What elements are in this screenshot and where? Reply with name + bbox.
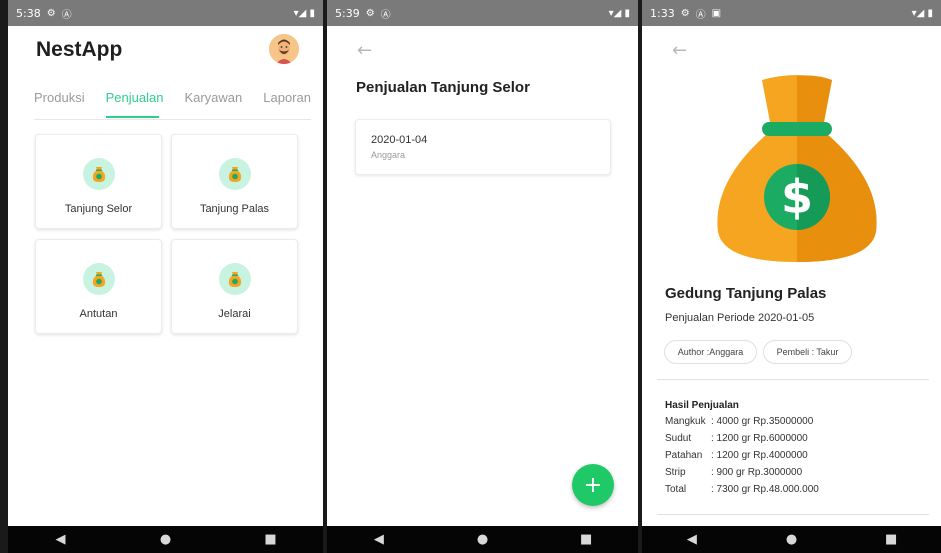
status-time: 5:39 <box>335 6 360 20</box>
signal-battery-icon: ▾◢ ▮ <box>293 7 315 19</box>
money-bag-icon <box>82 263 115 295</box>
system-nav-bar: ◀ ● ■ <box>642 526 941 553</box>
screen-sales-list: 5:39 ⚙ Ⓐ ▾◢ ▮ ← Penjualan Tanjung Selor … <box>327 0 638 553</box>
add-sale-button[interactable]: + <box>572 464 614 506</box>
app-title: NestApp <box>36 38 123 61</box>
tab-produksi[interactable]: Produksi <box>34 90 85 120</box>
nav-recent-icon[interactable]: ■ <box>566 532 606 547</box>
nav-back-icon[interactable]: ◀ <box>359 532 399 547</box>
location-card-tanjung-selor[interactable]: Tanjung Selor <box>35 134 162 229</box>
detail-title: Gedung Tanjung Palas <box>665 285 827 302</box>
svg-text:$: $ <box>781 170 813 224</box>
result-row-total: Total : 7300 gr Rp.48.000.000 <box>665 484 819 495</box>
author-chip[interactable]: Author :Anggara <box>664 340 757 364</box>
money-bag-icon <box>82 158 115 190</box>
divider <box>657 514 929 515</box>
back-arrow-icon[interactable]: ← <box>672 40 687 61</box>
status-bar: 5:39 ⚙ Ⓐ ▾◢ ▮ <box>327 0 638 26</box>
result-value: : 4000 gr Rp.35000000 <box>711 416 814 427</box>
signal-battery-icon: ▾◢ ▮ <box>608 7 630 19</box>
result-value: : 1200 gr Rp.4000000 <box>711 450 808 461</box>
settings-status-icon: ⚙ <box>365 7 375 19</box>
screen-home: 5:38 ⚙ Ⓐ ▾◢ ▮ NestApp Produksi Penjualan… <box>8 0 323 553</box>
status-time: 1:33 <box>650 6 675 20</box>
result-row-mangkuk: Mangkuk : 4000 gr Rp.35000000 <box>665 416 813 427</box>
result-value: : 1200 gr Rp.6000000 <box>711 433 808 444</box>
page-title: Penjualan Tanjung Selor <box>356 79 530 96</box>
nav-recent-icon[interactable]: ■ <box>871 532 911 547</box>
result-label: Mangkuk <box>665 416 706 427</box>
divider <box>657 379 929 380</box>
nav-back-icon[interactable]: ◀ <box>41 532 81 547</box>
tab-divider <box>34 119 311 120</box>
tab-karyawan[interactable]: Karyawan <box>184 90 242 120</box>
app-status-icon: Ⓐ <box>61 9 72 21</box>
result-row-patahan: Patahan : 1200 gr Rp.4000000 <box>665 450 808 461</box>
back-arrow-icon[interactable]: ← <box>357 40 372 61</box>
buyer-chip[interactable]: Pembeli : Takur <box>763 340 852 364</box>
app-status-icon: Ⓐ <box>380 9 391 21</box>
screenshot-stage: 5:38 ⚙ Ⓐ ▾◢ ▮ NestApp Produksi Penjualan… <box>0 0 941 553</box>
result-label: Patahan <box>665 450 703 461</box>
image-status-icon: ▣ <box>711 7 722 19</box>
nav-back-icon[interactable]: ◀ <box>672 532 712 547</box>
result-title: Hasil Penjualan <box>665 400 739 411</box>
system-nav-bar: ◀ ● ■ <box>327 526 638 553</box>
signal-battery-icon: ▾◢ ▮ <box>911 7 933 19</box>
settings-status-icon: ⚙ <box>680 7 690 19</box>
app-status-icon: Ⓐ <box>695 9 706 21</box>
sale-author: Anggara <box>371 150 406 160</box>
nav-home-icon[interactable]: ● <box>462 532 502 547</box>
result-value: : 900 gr Rp.3000000 <box>711 467 803 478</box>
detail-period: Penjualan Periode 2020-01-05 <box>665 312 815 324</box>
sale-date: 2020-01-04 <box>371 134 428 146</box>
nav-home-icon[interactable]: ● <box>146 532 186 547</box>
money-bag-icon <box>218 158 251 190</box>
active-tab-indicator <box>106 116 159 118</box>
result-row-strip: Strip : 900 gr Rp.3000000 <box>665 467 802 478</box>
screen-sale-detail: 1:33 ⚙ Ⓐ ▣ ▾◢ ▮ ← $ Gedung Tanjung Palas… <box>642 0 941 553</box>
status-time: 5:38 <box>16 6 41 20</box>
money-bag-icon <box>218 263 251 295</box>
location-card-jelarai[interactable]: Jelarai <box>171 239 298 334</box>
location-label: Jelarai <box>218 308 251 320</box>
status-bar: 1:33 ⚙ Ⓐ ▣ ▾◢ ▮ <box>642 0 941 26</box>
result-label: Total <box>665 484 687 495</box>
nav-home-icon[interactable]: ● <box>771 532 811 547</box>
sales-list-item[interactable]: 2020-01-04 Anggara <box>355 119 611 175</box>
system-nav-bar: ◀ ● ■ <box>8 526 323 553</box>
settings-status-icon: ⚙ <box>46 7 56 19</box>
result-label: Strip <box>665 467 686 478</box>
user-avatar-icon <box>269 34 299 64</box>
money-bag-icon: $ <box>717 75 877 262</box>
result-label: Sudut <box>665 433 692 444</box>
status-bar: 5:38 ⚙ Ⓐ ▾◢ ▮ <box>8 0 323 26</box>
tab-laporan[interactable]: Laporan <box>263 90 311 120</box>
avatar[interactable] <box>269 34 299 64</box>
result-row-sudut: Sudut : 1200 gr Rp.6000000 <box>665 433 808 444</box>
location-label: Antutan <box>79 308 118 320</box>
tab-bar: Produksi Penjualan Karyawan Laporan <box>34 90 311 120</box>
location-label: Tanjung Palas <box>199 203 270 215</box>
location-label: Tanjung Selor <box>64 203 133 215</box>
location-card-tanjung-palas[interactable]: Tanjung Palas <box>171 134 298 229</box>
nav-recent-icon[interactable]: ■ <box>251 532 291 547</box>
location-card-antutan[interactable]: Antutan <box>35 239 162 334</box>
result-value: : 7300 gr Rp.48.000.000 <box>711 484 819 495</box>
